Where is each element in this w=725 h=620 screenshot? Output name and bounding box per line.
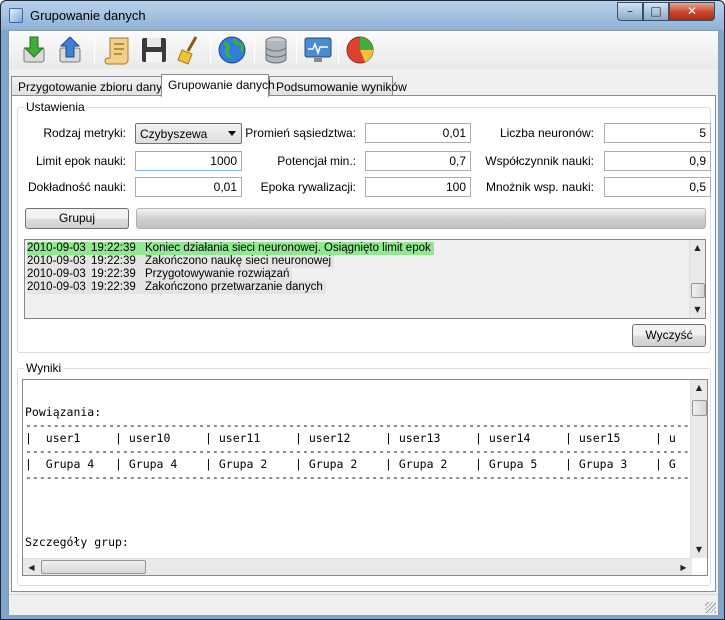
log-time: 19:22:39 (91, 255, 136, 267)
scroll-up-icon[interactable]: ▲ (690, 240, 705, 256)
monitor-icon[interactable] (302, 34, 334, 66)
scroll-down-icon[interactable]: ▼ (691, 542, 707, 558)
scroll-left-icon[interactable]: ◀ (23, 559, 40, 575)
log-date: 2010-09-03 (27, 242, 86, 254)
neighborhood-label: Promień sąsiedztwa: (245, 126, 356, 140)
tab-data-grouping[interactable]: Grupowanie danych (161, 74, 275, 97)
database-icon[interactable] (260, 34, 292, 66)
log-entry-highlight: 2010-09-03 19:22:39 Koniec działania sieci… (27, 242, 434, 255)
log-message: Przygotowywanie rozwiązań (145, 268, 290, 280)
clear-button[interactable]: Wyczyść (632, 324, 706, 347)
accuracy-field[interactable]: 0,01 (135, 177, 242, 197)
maximize-button[interactable]: □ (643, 2, 669, 21)
learning-rate-field[interactable]: 0,9 (604, 151, 711, 171)
log-entry[interactable]: 2010-09-03 19:22:39 Zakończono przetwarzan… (25, 281, 326, 294)
log-scroll-thumb[interactable] (691, 283, 705, 298)
log-entry[interactable]: 2010-09-03 19:22:39 Zakończono naukę sieci… (25, 255, 335, 268)
log-time: 19:22:39 (91, 268, 136, 280)
results-vertical-scrollbar[interactable]: ▲ ▼ (690, 380, 707, 558)
metric-select-value: Czybyszewa (140, 127, 208, 141)
epoch-limit-field[interactable]: 1000 (135, 151, 242, 171)
competition-epoch-label: Epoka rywalizacji: (260, 180, 356, 194)
competition-epoch-field[interactable]: 100 (365, 177, 471, 197)
tab-results-summary[interactable]: Podsumowanie wyników (269, 76, 407, 96)
metric-label: Rodzaj metryki: (43, 126, 126, 140)
minimize-button[interactable]: – (617, 2, 643, 21)
epoch-limit-label: Limit epok nauki: (35, 154, 126, 168)
toolbar-separator (210, 36, 211, 64)
result-line: ----------------------------------------… (25, 470, 708, 484)
export-icon[interactable] (54, 34, 86, 66)
learning-rate-label: Współczynnik nauki: (485, 154, 594, 168)
pie-chart-icon[interactable] (344, 34, 376, 66)
window-title: Grupowanie danych (30, 8, 146, 23)
log-message: Zakończono przetwarzanie danych (145, 281, 323, 293)
log-scrollbar[interactable]: ▲ ▼ (689, 240, 705, 318)
log-entry-highlight: 2010-09-03 19:22:39 Zakończono naukę sieci… (27, 255, 335, 268)
close-button[interactable]: ✕ (669, 2, 715, 21)
results-text-area[interactable]: Powiązania: -----------------------------… (22, 379, 708, 576)
results-group-label: Wyniki (24, 361, 64, 375)
log-time: 19:22:39 (91, 281, 136, 293)
potential-field[interactable]: 0,7 (365, 151, 471, 171)
multiplier-field[interactable]: 0,5 (604, 177, 711, 197)
metric-select[interactable]: Czybyszewa (135, 123, 242, 144)
broom-icon[interactable] (174, 34, 206, 66)
resize-grip-icon[interactable] (705, 602, 716, 613)
accuracy-label: Dokładność nauki: (27, 180, 126, 194)
results-hscroll-thumb[interactable] (41, 560, 146, 574)
client-area: Przygotowanie zbioru danych Grupowanie d… (8, 30, 719, 615)
log-date: 2010-09-03 (27, 281, 86, 293)
scroll-right-icon[interactable]: ▶ (675, 559, 692, 575)
progress-bar (136, 208, 706, 229)
grouping-tab-page: Ustawienia Rodzaj metryki: Czybyszewa Pr… (11, 95, 716, 592)
import-icon[interactable] (18, 34, 50, 66)
toolbar (9, 31, 718, 69)
toolbar-separator (254, 36, 255, 64)
app-window: Grupowanie danych – □ ✕ Przygotowanie zb… (0, 0, 725, 620)
app-icon (9, 8, 23, 23)
group-button[interactable]: Grupuj (25, 208, 129, 229)
toolbar-separator (296, 36, 297, 64)
log-entry-highlight: 2010-09-03 19:22:39 Przygotowywanie rozwią… (27, 268, 293, 281)
title-bar[interactable]: Grupowanie danych – □ ✕ (1, 1, 724, 30)
neurons-field[interactable]: 5 (604, 123, 711, 143)
results-vscroll-thumb[interactable] (692, 400, 707, 416)
toolbar-separator (338, 36, 339, 64)
scroll-down-icon[interactable]: ▼ (690, 302, 705, 318)
settings-group-label: Ustawienia (24, 100, 87, 114)
globe-icon[interactable] (216, 34, 248, 66)
log-message: Zakończono naukę sieci neuronowej (145, 255, 332, 267)
scroll-up-icon[interactable]: ▲ (691, 380, 707, 396)
tab-data-preparation[interactable]: Przygotowanie zbioru danych (11, 76, 175, 96)
log-list[interactable]: 2010-09-03 19:22:39 Koniec działania sieci… (24, 239, 706, 319)
neurons-label: Liczba neuronów: (499, 126, 594, 140)
status-bar (9, 594, 718, 615)
log-time: 19:22:39 (91, 242, 136, 254)
result-line: Szczegóły grup: (25, 535, 129, 549)
log-date: 2010-09-03 (27, 268, 86, 280)
log-entry[interactable]: 2010-09-03 19:22:39 Przygotowywanie rozwią… (25, 268, 293, 281)
results-horizontal-scrollbar[interactable]: ◀ ▶ (23, 558, 692, 575)
save-icon[interactable] (138, 34, 170, 66)
scroll-icon[interactable] (102, 34, 134, 66)
multiplier-label: Mnożnik wsp. nauki: (485, 180, 594, 194)
log-entry-highlight: 2010-09-03 19:22:39 Zakończono przetwarzan… (27, 281, 326, 294)
log-date: 2010-09-03 (27, 255, 86, 267)
log-message: Koniec działania sieci neuronowej. Osiąg… (145, 242, 431, 254)
log-entry[interactable]: 2010-09-03 19:22:39 Koniec działania sieci… (25, 242, 434, 255)
tab-strip: Przygotowanie zbioru danych Grupowanie d… (9, 74, 718, 97)
neighborhood-field[interactable]: 0,01 (365, 123, 471, 143)
potential-label: Potencjał min.: (277, 154, 356, 168)
toolbar-separator (94, 36, 95, 64)
